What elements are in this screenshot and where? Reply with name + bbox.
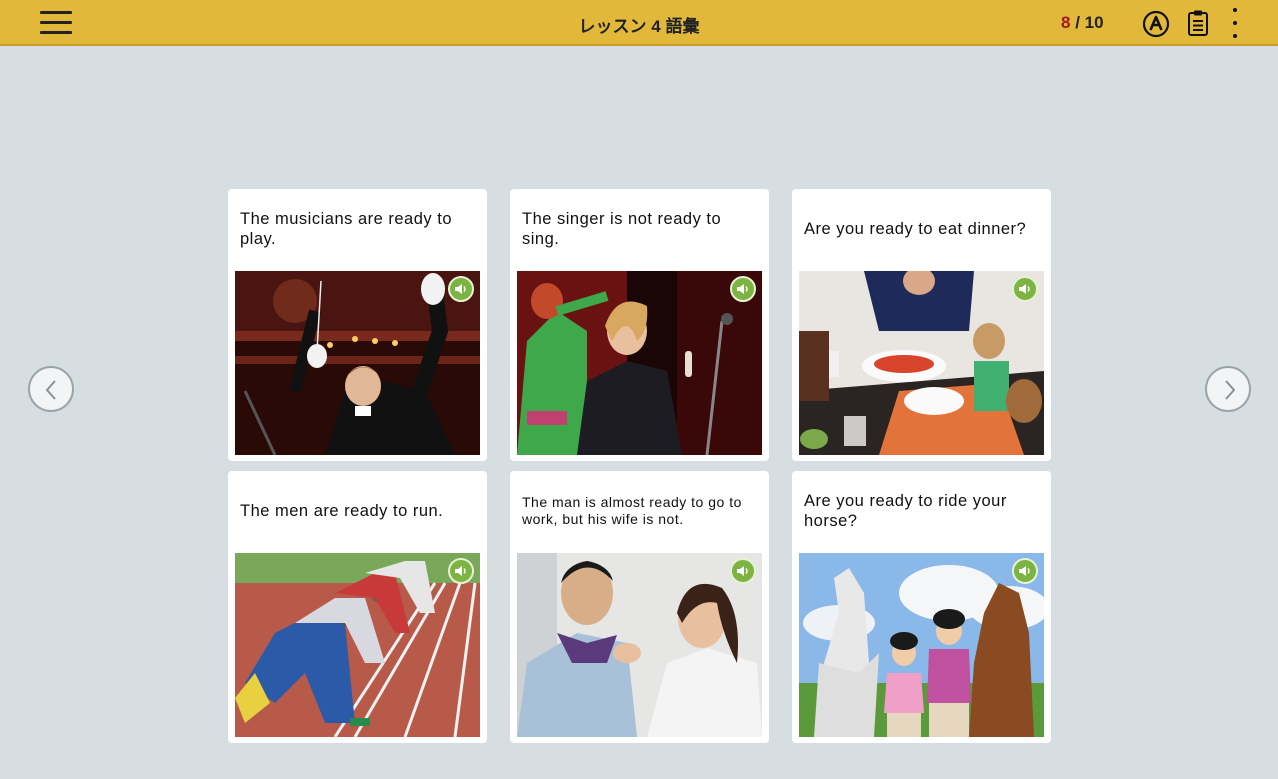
clipboard-icon[interactable] xyxy=(1186,9,1210,37)
conductor-photo xyxy=(235,271,480,455)
card-caption: The men are ready to run. xyxy=(240,502,444,520)
previous-page-button[interactable] xyxy=(28,366,74,412)
card-caption: The man is almost ready to go to work, b… xyxy=(522,494,742,527)
progress-separator: / xyxy=(1070,13,1085,32)
vocab-card[interactable]: Are you ready to eat dinner? xyxy=(792,189,1051,461)
speaker-icon[interactable] xyxy=(1012,276,1038,302)
speaker-icon[interactable] xyxy=(730,276,756,302)
chevron-left-icon xyxy=(45,380,56,400)
vocab-card[interactable]: The musicians are ready to play. xyxy=(228,189,487,461)
vocab-card[interactable]: Are you ready to ride your horse? xyxy=(792,471,1051,743)
singer-photo xyxy=(517,271,762,455)
vocab-card[interactable]: The man is almost ready to go to work, b… xyxy=(510,471,769,743)
necktie-photo xyxy=(517,553,762,737)
speaker-icon[interactable] xyxy=(730,558,756,584)
top-bar: レッスン 4 語彙 8 / 10 xyxy=(0,0,1278,46)
speaker-icon[interactable] xyxy=(1012,558,1038,584)
card-caption: The musicians are ready to play. xyxy=(240,210,453,248)
card-caption: The singer is not ready to sing. xyxy=(522,210,722,248)
next-page-button[interactable] xyxy=(1205,366,1251,412)
a-circle-icon[interactable] xyxy=(1142,10,1170,38)
dinner-photo xyxy=(799,271,1044,455)
more-vertical-icon[interactable] xyxy=(1230,6,1240,40)
vocab-card[interactable]: The singer is not ready to sing. xyxy=(510,189,769,461)
card-caption: Are you ready to ride your horse? xyxy=(804,492,1007,530)
progress-total: 10 xyxy=(1084,13,1104,32)
vocab-card[interactable]: The men are ready to run. xyxy=(228,471,487,743)
chevron-right-icon xyxy=(1225,380,1236,400)
speaker-icon[interactable] xyxy=(448,276,474,302)
progress-counter: 8 / 10 xyxy=(1061,13,1104,33)
runners-photo xyxy=(235,553,480,737)
speaker-icon[interactable] xyxy=(448,558,474,584)
card-caption: Are you ready to eat dinner? xyxy=(804,220,1027,238)
horse-photo xyxy=(799,553,1044,737)
